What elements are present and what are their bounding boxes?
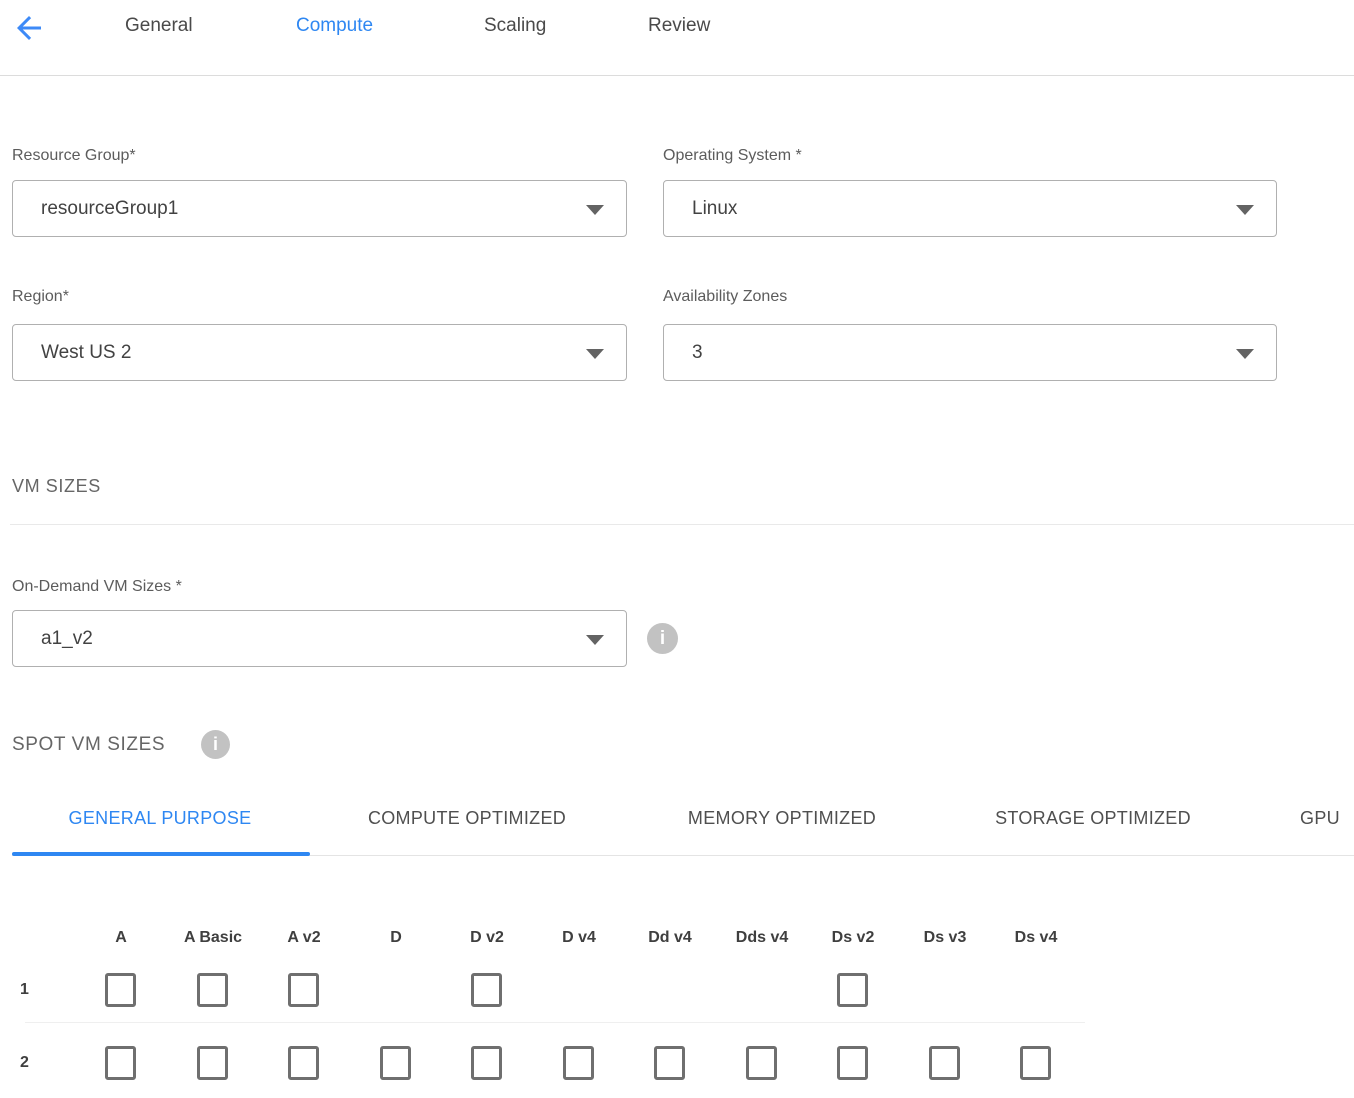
chevron-down-icon	[1236, 205, 1254, 215]
vm-size-checkbox-2-ds-v3[interactable]	[929, 1046, 960, 1080]
vm-size-checkbox-2-a[interactable]	[105, 1046, 136, 1080]
vm-size-column-header: D v2	[470, 929, 504, 947]
vm-size-checkbox-2-dd-v4[interactable]	[654, 1046, 685, 1080]
availability-zones-label: Availability Zones	[663, 288, 787, 306]
tab-general-purpose[interactable]: GENERAL PURPOSE	[69, 808, 252, 829]
vm-size-row-label: 1	[20, 981, 29, 999]
region-dropdown[interactable]: West US 2	[12, 324, 627, 381]
vm-size-checkbox-2-d[interactable]	[380, 1046, 411, 1080]
resource-group-label: Resource Group*	[12, 147, 136, 165]
tab-storage-optimized[interactable]: STORAGE OPTIMIZED	[995, 808, 1191, 829]
chevron-down-icon	[586, 205, 604, 215]
vm-sizes-heading: VM SIZES	[12, 476, 101, 497]
vm-size-column-header: Dd v4	[648, 929, 692, 947]
grid-row-divider	[25, 1022, 1085, 1023]
vm-size-column-header: Dds v4	[736, 929, 788, 947]
tab-gpu[interactable]: GPU	[1300, 808, 1340, 829]
tab-memory-optimized[interactable]: MEMORY OPTIMIZED	[688, 808, 876, 829]
vm-size-column-header: A	[115, 929, 127, 947]
vm-size-column-header: Ds v3	[924, 929, 967, 947]
chevron-down-icon	[586, 349, 604, 359]
operating-system-dropdown[interactable]: Linux	[663, 180, 1277, 237]
vm-size-checkbox-2-a-basic[interactable]	[197, 1046, 228, 1080]
vm-size-checkbox-1-a[interactable]	[105, 973, 136, 1007]
on-demand-vm-sizes-value: a1_v2	[41, 628, 93, 650]
vm-size-checkbox-2-d-v2[interactable]	[471, 1046, 502, 1080]
tab-scaling[interactable]: Scaling	[484, 15, 546, 37]
tab-compute[interactable]: Compute	[296, 15, 373, 37]
vm-size-column-header: D	[390, 929, 402, 947]
vm-size-column-header: Ds v2	[832, 929, 875, 947]
vm-size-checkbox-2-a-v2[interactable]	[288, 1046, 319, 1080]
info-icon[interactable]: i	[201, 730, 230, 759]
vm-size-checkbox-1-a-basic[interactable]	[197, 973, 228, 1007]
on-demand-vm-sizes-dropdown[interactable]: a1_v2	[12, 610, 627, 667]
tab-review[interactable]: Review	[648, 15, 710, 37]
vm-size-checkbox-1-d-v2[interactable]	[471, 973, 502, 1007]
vm-size-checkbox-2-ds-v4[interactable]	[1020, 1046, 1051, 1080]
region-value: West US 2	[41, 342, 131, 364]
vm-size-column-header: A v2	[287, 929, 320, 947]
vm-size-checkbox-1-a-v2[interactable]	[288, 973, 319, 1007]
active-tab-underline	[12, 852, 310, 856]
availability-zones-value: 3	[692, 342, 703, 364]
availability-zones-dropdown[interactable]: 3	[663, 324, 1277, 381]
vm-size-checkbox-1-ds-v2[interactable]	[837, 973, 868, 1007]
tab-general[interactable]: General	[125, 15, 193, 37]
region-label: Region*	[12, 288, 69, 306]
vm-size-checkbox-2-ds-v2[interactable]	[837, 1046, 868, 1080]
vm-size-column-header: A Basic	[184, 929, 242, 947]
section-divider	[10, 524, 1354, 525]
back-button[interactable]	[11, 10, 47, 46]
spot-vm-sizes-heading: SPOT VM SIZES	[12, 734, 165, 756]
chevron-down-icon	[1236, 349, 1254, 359]
chevron-down-icon	[586, 635, 604, 645]
operating-system-value: Linux	[692, 198, 737, 220]
vm-size-column-header: Ds v4	[1015, 929, 1058, 947]
vm-size-column-header: D v4	[562, 929, 596, 947]
compute-wizard-page: General Compute Scaling Review Resource …	[0, 0, 1354, 1098]
arrow-left-icon	[11, 10, 47, 46]
tab-compute-optimized[interactable]: COMPUTE OPTIMIZED	[368, 808, 566, 829]
operating-system-label: Operating System *	[663, 147, 802, 165]
vm-size-row-label: 2	[20, 1054, 29, 1072]
resource-group-dropdown[interactable]: resourceGroup1	[12, 180, 627, 237]
resource-group-value: resourceGroup1	[41, 198, 178, 220]
info-icon[interactable]: i	[647, 623, 678, 654]
vm-size-checkbox-2-d-v4[interactable]	[563, 1046, 594, 1080]
vm-size-checkbox-2-dds-v4[interactable]	[746, 1046, 777, 1080]
header-divider	[0, 75, 1354, 76]
on-demand-vm-sizes-label: On-Demand VM Sizes *	[12, 578, 182, 596]
